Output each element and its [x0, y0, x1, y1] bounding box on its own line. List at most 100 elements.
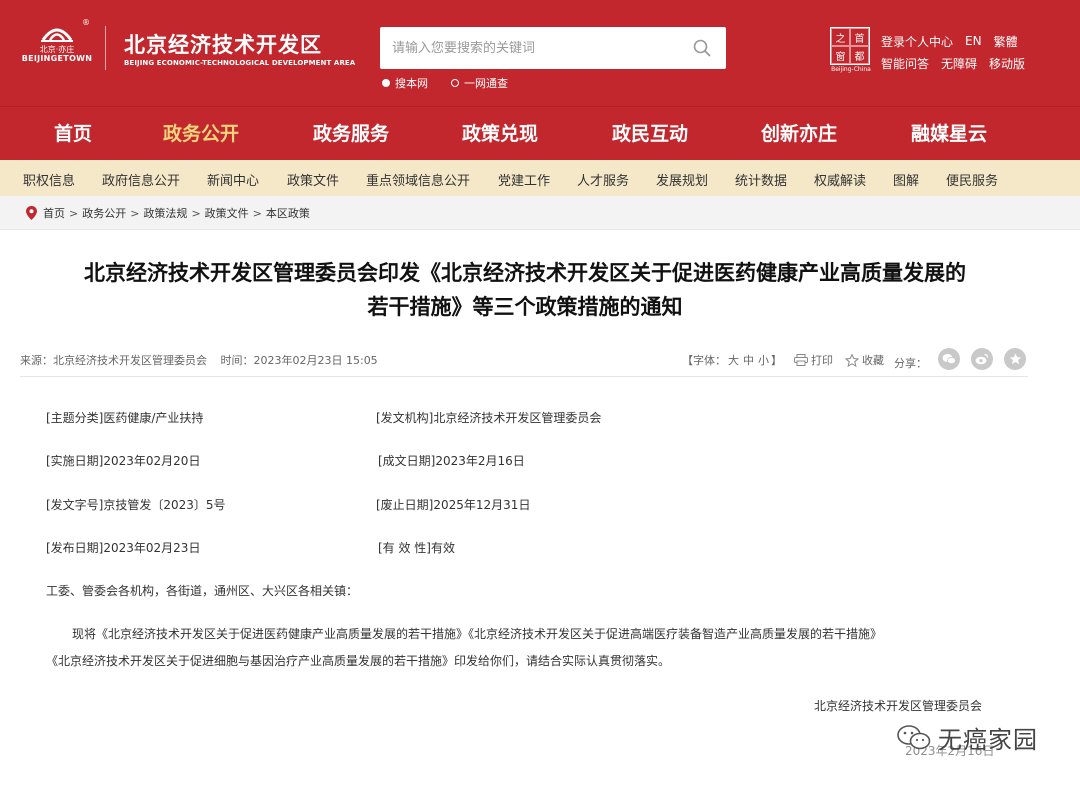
nav-item-gov-affairs[interactable]: 政务公开	[163, 119, 239, 146]
breadcrumb-separator: >	[69, 206, 79, 220]
nav-item-media[interactable]: 融媒星云	[911, 119, 987, 146]
nav-item-interaction[interactable]: 政民互动	[612, 119, 688, 146]
breadcrumb-separator: >	[252, 206, 262, 220]
signature: 北京经济技术开发区管理委员会	[814, 699, 983, 713]
nav-item-policy[interactable]: 政策兑现	[462, 119, 538, 146]
breadcrumb-regulations[interactable]: 政策法规	[143, 205, 187, 221]
capital-window-logo[interactable]: 之 首 窗 都 Beijing-China	[830, 27, 872, 73]
font-large-button[interactable]: 大	[728, 352, 739, 368]
share-label: 分享：	[894, 357, 927, 370]
english-link[interactable]: EN	[965, 34, 982, 48]
site-logo[interactable]: ® 北京·亦庄 BEIJINGETOWN	[16, 18, 98, 78]
traditional-link[interactable]: 繁體	[994, 33, 1018, 50]
capital-char: 都	[850, 46, 869, 64]
subnav-item[interactable]: 党建工作	[498, 170, 550, 189]
radio-selected-icon	[382, 79, 390, 87]
info-pub-date: [发布日期]2023年02月23日	[46, 541, 201, 555]
font-size-control: 【字体： 大 中 小 】	[682, 352, 782, 368]
subnav-item[interactable]: 统计数据	[735, 170, 787, 189]
star-icon	[845, 353, 859, 367]
font-small-button[interactable]: 小	[758, 352, 769, 368]
favorite-button[interactable]: 收藏	[845, 352, 884, 368]
article-title-line: 若干措施》等三个政策措施的通知	[367, 295, 683, 319]
wechat-icon[interactable]	[938, 348, 960, 370]
breadcrumb-local-policy[interactable]: 本区政策	[266, 205, 310, 221]
weibo-icon[interactable]	[971, 348, 993, 370]
breadcrumb-separator: >	[191, 206, 201, 220]
subnav-item[interactable]: 权威解读	[814, 170, 866, 189]
nav-item-home[interactable]: 首页	[54, 119, 92, 146]
search-box	[380, 27, 726, 69]
wechat-icon	[897, 724, 931, 749]
subnav-item[interactable]: 重点领域信息公开	[366, 170, 470, 189]
subnav-item[interactable]: 发展规划	[656, 170, 708, 189]
radio-unselected-icon	[451, 79, 459, 87]
scope-all-radio[interactable]: 一网通查	[451, 75, 508, 91]
mobile-link[interactable]: 移动版	[989, 55, 1025, 72]
subnav-item[interactable]: 新闻中心	[207, 170, 259, 189]
font-size-label: 【字体：	[682, 354, 726, 367]
site-title-cn: 北京经济技术开发区	[124, 33, 322, 57]
logo-divider	[105, 26, 106, 70]
logo-cn-text: 北京·亦庄	[39, 45, 75, 54]
info-category: [主题分类]医药健康/产业扶持	[46, 411, 204, 425]
info-doc-number: [发文字号]京技管发〔2023〕5号	[46, 498, 226, 512]
article-title-line: 北京经济技术开发区管理委员会印发《北京经济技术开发区关于促进医药健康产业高质量发…	[84, 261, 966, 285]
breadcrumb-gov-affairs[interactable]: 政务公开	[82, 205, 126, 221]
search-input[interactable]	[380, 27, 670, 69]
favorite-label: 收藏	[862, 354, 884, 367]
login-link[interactable]: 登录个人中心	[881, 33, 953, 50]
scope-site-radio[interactable]: 搜本网	[382, 75, 428, 91]
search-icon[interactable]	[692, 38, 712, 58]
registered-mark: ®	[82, 18, 90, 27]
subnav-item[interactable]: 政策文件	[287, 170, 339, 189]
info-expire-date: [废止日期]2025年12月31日	[376, 498, 531, 512]
info-impl-date: [实施日期]2023年02月20日	[46, 454, 201, 468]
article-tools: 【字体： 大 中 小 】 打印 收藏	[682, 352, 896, 368]
addressee: 工委、管委会各机构，各街道，通州区、大兴区各相关镇：	[46, 584, 359, 598]
capital-char: 之	[831, 28, 850, 46]
breadcrumb-bar: 首页 > 政务公开 > 政策法规 > 政策文件 > 本区政策	[0, 196, 1080, 230]
location-pin-icon	[26, 206, 37, 220]
meta-divider	[20, 376, 1028, 377]
capital-logo-en: Beijing-China	[831, 66, 871, 73]
site-title[interactable]: 北京经济技术开发区 BEIJING ECONOMIC-TECHNOLOGICAL…	[124, 32, 355, 67]
watermark-text: 无癌家园	[938, 726, 1038, 754]
smart-qa-link[interactable]: 智能问答	[881, 55, 929, 72]
top-links: 登录个人中心 EN 繁體 智能问答 无障碍 移动版	[881, 30, 1025, 74]
watermark: 无癌家园	[896, 720, 1038, 755]
site-header: ® 北京·亦庄 BEIJINGETOWN 北京经济技术开发区 BEIJING E…	[0, 0, 1080, 106]
scope-site-label: 搜本网	[395, 77, 428, 90]
subnav-item[interactable]: 政府信息公开	[102, 170, 180, 189]
capital-char: 首	[850, 28, 869, 46]
breadcrumb-policy-docs[interactable]: 政策文件	[205, 205, 249, 221]
breadcrumb-home[interactable]: 首页	[43, 205, 65, 221]
subnav-item[interactable]: 人才服务	[577, 170, 629, 189]
subnav-item[interactable]: 职权信息	[23, 170, 75, 189]
subnav-item[interactable]: 图解	[893, 170, 919, 189]
site-title-en: BEIJING ECONOMIC-TECHNOLOGICAL DEVELOPME…	[124, 59, 356, 67]
article-meta: 来源：北京经济技术开发区管理委员会 时间：2023年02月23日 15:05 【…	[20, 348, 1030, 370]
capital-char: 窗	[831, 46, 850, 64]
article-title: 北京经济技术开发区管理委员会印发《北京经济技术开发区关于促进医药健康产业高质量发…	[20, 256, 1030, 324]
font-size-bracket: 】	[771, 354, 782, 367]
article-source: 来源：北京经济技术开发区管理委员会	[20, 354, 207, 367]
print-icon	[794, 354, 808, 366]
sub-nav: 职权信息 政府信息公开 新闻中心 政策文件 重点领域信息公开 党建工作 人才服务…	[0, 160, 1080, 196]
star-share-icon[interactable]	[1004, 348, 1026, 370]
font-medium-button[interactable]: 中	[743, 352, 754, 368]
nav-item-gov-services[interactable]: 政务服务	[313, 119, 389, 146]
breadcrumb: 首页 > 政务公开 > 政策法规 > 政策文件 > 本区政策	[26, 205, 310, 221]
info-issuer: [发文机构]北京经济技术开发区管理委员会	[376, 411, 602, 425]
main-nav: 首页 政务公开 政务服务 政策兑现 政民互动 创新亦庄 融媒星云	[0, 106, 1080, 160]
share-bar: 分享：	[894, 348, 1026, 374]
breadcrumb-separator: >	[130, 206, 140, 220]
nav-item-innovation[interactable]: 创新亦庄	[761, 119, 837, 146]
info-validity: [有 效 性]有效	[378, 541, 455, 555]
scope-all-label: 一网通查	[464, 77, 508, 90]
subnav-item[interactable]: 便民服务	[946, 170, 998, 189]
print-label: 打印	[811, 354, 833, 367]
body-paragraph-line: 《北京经济技术开发区关于促进细胞与基因治疗产业高质量发展的若干措施》印发给你们，…	[46, 654, 671, 668]
accessibility-link[interactable]: 无障碍	[941, 55, 977, 72]
print-button[interactable]: 打印	[794, 352, 833, 368]
